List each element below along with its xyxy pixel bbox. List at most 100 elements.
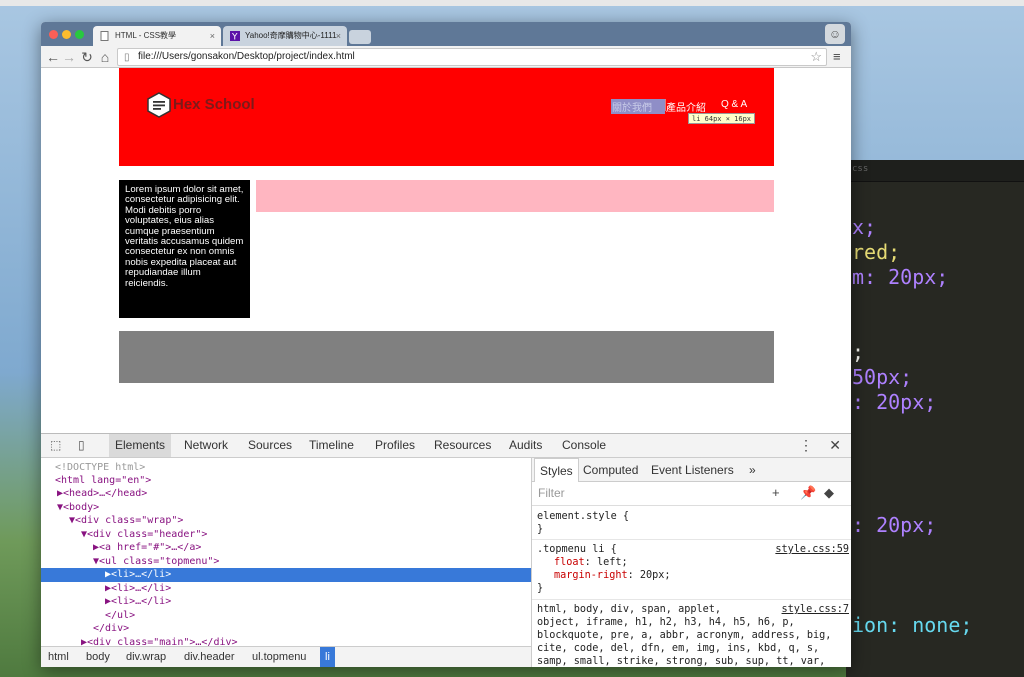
hexagon-logo-icon: [147, 92, 171, 118]
pin-icon[interactable]: 📌: [800, 485, 816, 501]
new-style-rule-icon[interactable]: +: [772, 485, 780, 500]
breadcrumb-item[interactable]: ul.topmenu: [247, 647, 311, 667]
dom-node-selected[interactable]: ▶<li>…</li>: [41, 568, 531, 582]
code-line: ion: none;: [852, 613, 973, 637]
code-line: x;: [852, 215, 877, 239]
devtools-toolbar: ⬚ ▯ Elements Network Sources Timeline Pr…: [41, 434, 851, 458]
dom-node[interactable]: ▼<body>: [41, 501, 531, 515]
dom-node[interactable]: ▼<div class="header">: [41, 528, 531, 542]
url-text: file:///Users/gonsakon/Desktop/project/i…: [138, 51, 355, 62]
logo-text: Hex School: [173, 96, 255, 113]
dom-node[interactable]: ▶<head>…</head>: [41, 487, 531, 501]
browser-tab-yahoo[interactable]: Y Yahoo!奇摩購物中心-1111 ×: [223, 26, 347, 46]
dom-node[interactable]: <html lang="en">: [41, 474, 531, 488]
rule-selector-line: object, iframe, h1, h2, h3, h4, h5, h6, …: [537, 617, 795, 628]
code-line: red;: [852, 240, 901, 264]
reload-icon[interactable]: ↻: [79, 48, 95, 66]
styles-filter-input[interactable]: Filter: [538, 486, 565, 500]
tab-close-icon[interactable]: ×: [336, 26, 341, 46]
dom-node[interactable]: <!DOCTYPE html>: [41, 461, 531, 475]
yahoo-favicon-icon: Y: [230, 31, 240, 41]
dom-node[interactable]: </ul>: [41, 609, 531, 623]
dom-node[interactable]: ▶<a href="#">…</a>: [41, 541, 531, 555]
more-options-icon[interactable]: ⋮: [799, 437, 813, 454]
rule-close-brace: }: [537, 524, 544, 535]
rule-source-link[interactable]: style.css:7: [782, 603, 849, 616]
code-editor[interactable]: css x; red; m: 20px; ; 50px; : 20px; : 2…: [846, 160, 1024, 677]
rule-selector-line: cite, code, del, dfn, em, img, ins, kbd,…: [537, 643, 820, 654]
svg-text:Y: Y: [231, 33, 238, 42]
window-minimize-button[interactable]: [62, 30, 71, 39]
breadcrumb-item[interactable]: div.wrap: [121, 647, 171, 667]
page-viewport: Hex School 關於我們 產品介紹 Q & A li 64px × 16p…: [41, 68, 851, 433]
rule-selector-line: blockquote, pre, a, abbr, acronym, addre…: [537, 630, 832, 641]
content-pink-bar: [256, 180, 774, 212]
element-style-rule[interactable]: element.style { }: [532, 510, 851, 540]
dom-node[interactable]: ▼<ul class="topmenu">: [41, 555, 531, 569]
editor-tabbar: css: [846, 160, 1024, 182]
back-arrow-icon[interactable]: ←: [45, 48, 61, 66]
browser-titlebar: HTML - CSS教學 × Y Yahoo!奇摩購物中心-1111 × ☺: [41, 22, 851, 46]
styles-tabs: Styles Computed Event Listeners »: [532, 458, 851, 482]
inspect-tooltip: li 64px × 16px: [688, 113, 756, 124]
devtools-tab-audits[interactable]: Audits: [503, 434, 548, 457]
devtools-tab-network[interactable]: Network: [178, 434, 234, 457]
tab-close-icon[interactable]: ×: [210, 26, 215, 46]
devtools-tab-sources[interactable]: Sources: [242, 434, 298, 457]
hamburger-menu-icon[interactable]: ≡: [833, 49, 841, 64]
menu-item-products[interactable]: 產品介紹: [666, 99, 706, 114]
sidebar-text-box: Lorem ipsum dolor sit amet, consectetur …: [119, 180, 250, 318]
home-icon[interactable]: ⌂: [97, 48, 113, 66]
topmenu-li-rule[interactable]: .topmenu li { style.css:59 float: left; …: [532, 543, 851, 600]
tab-title: Yahoo!奇摩購物中心-1111: [245, 31, 337, 40]
devtools-tab-profiles[interactable]: Profiles: [369, 434, 421, 457]
css-declaration[interactable]: margin-right: 20px;: [537, 569, 851, 582]
devtools-panel: ⬚ ▯ Elements Network Sources Timeline Pr…: [41, 433, 851, 667]
inspect-element-icon[interactable]: ⬚: [50, 438, 61, 452]
css-declaration[interactable]: float: left;: [537, 556, 851, 569]
dom-tree[interactable]: <!DOCTYPE html> <html lang="en"> ▶<head>…: [41, 458, 531, 646]
window-close-button[interactable]: [49, 30, 58, 39]
footer-gray-bar: [119, 331, 774, 383]
element-style-selector: element.style {: [537, 511, 630, 522]
reset-rule[interactable]: style.css:7 html, body, div, span, apple…: [532, 603, 851, 667]
devtools-tab-elements[interactable]: Elements: [109, 434, 172, 457]
dom-node[interactable]: </div>: [41, 622, 531, 636]
device-mode-icon[interactable]: ▯: [78, 438, 85, 452]
dom-node[interactable]: ▶<div class="main">…</div>: [41, 636, 531, 646]
window-maximize-button[interactable]: [75, 30, 84, 39]
devtools-tab-timeline[interactable]: Timeline: [303, 434, 360, 457]
rule-source-link[interactable]: style.css:59: [775, 543, 849, 556]
new-tab-button[interactable]: [349, 30, 371, 44]
breadcrumb-item[interactable]: html: [43, 647, 74, 667]
computed-tab[interactable]: Computed: [578, 458, 643, 482]
breadcrumb-item[interactable]: body: [81, 647, 115, 667]
forward-arrow-icon[interactable]: →: [61, 48, 77, 66]
color-format-icon[interactable]: ◆: [824, 485, 834, 501]
more-tabs-icon[interactable]: »: [744, 458, 761, 482]
code-line: : 20px;: [852, 513, 937, 537]
tab-title: HTML - CSS教學: [115, 31, 177, 40]
devtools-tab-resources[interactable]: Resources: [428, 434, 497, 457]
dom-node[interactable]: ▶<li>…</li>: [41, 595, 531, 609]
styles-pane: Styles Computed Event Listeners » Filter…: [531, 458, 851, 667]
dom-node[interactable]: ▶<li>…</li>: [41, 582, 531, 596]
browser-tab-css[interactable]: HTML - CSS教學 ×: [93, 26, 221, 46]
devtools-tab-console[interactable]: Console: [556, 434, 612, 457]
browser-toolbar: ← → ↻ ⌂ ▯ file:///Users/gonsakon/Desktop…: [41, 46, 851, 68]
dom-node[interactable]: ▼<div class="wrap">: [41, 514, 531, 528]
page-favicon-icon: [100, 31, 109, 41]
event-listeners-tab[interactable]: Event Listeners: [646, 458, 739, 482]
menu-item-about[interactable]: 關於我們: [611, 99, 665, 114]
browser-window: HTML - CSS教學 × Y Yahoo!奇摩購物中心-1111 × ☺ ←…: [41, 22, 851, 667]
profile-icon[interactable]: ☺: [825, 24, 845, 44]
styles-tab[interactable]: Styles: [534, 458, 579, 482]
breadcrumb-item[interactable]: div.header: [179, 647, 240, 667]
breadcrumb-item-active[interactable]: li: [320, 647, 335, 667]
bookmark-star-icon[interactable]: ☆: [810, 49, 822, 65]
address-bar[interactable]: ▯ file:///Users/gonsakon/Desktop/project…: [117, 48, 827, 66]
devtools-close-icon[interactable]: ✕: [829, 437, 841, 454]
code-line: 50px;: [852, 365, 913, 389]
dom-breadcrumbs: html body div.wrap div.header ul.topmenu…: [41, 646, 531, 667]
menu-item-qa[interactable]: Q & A: [721, 99, 747, 110]
